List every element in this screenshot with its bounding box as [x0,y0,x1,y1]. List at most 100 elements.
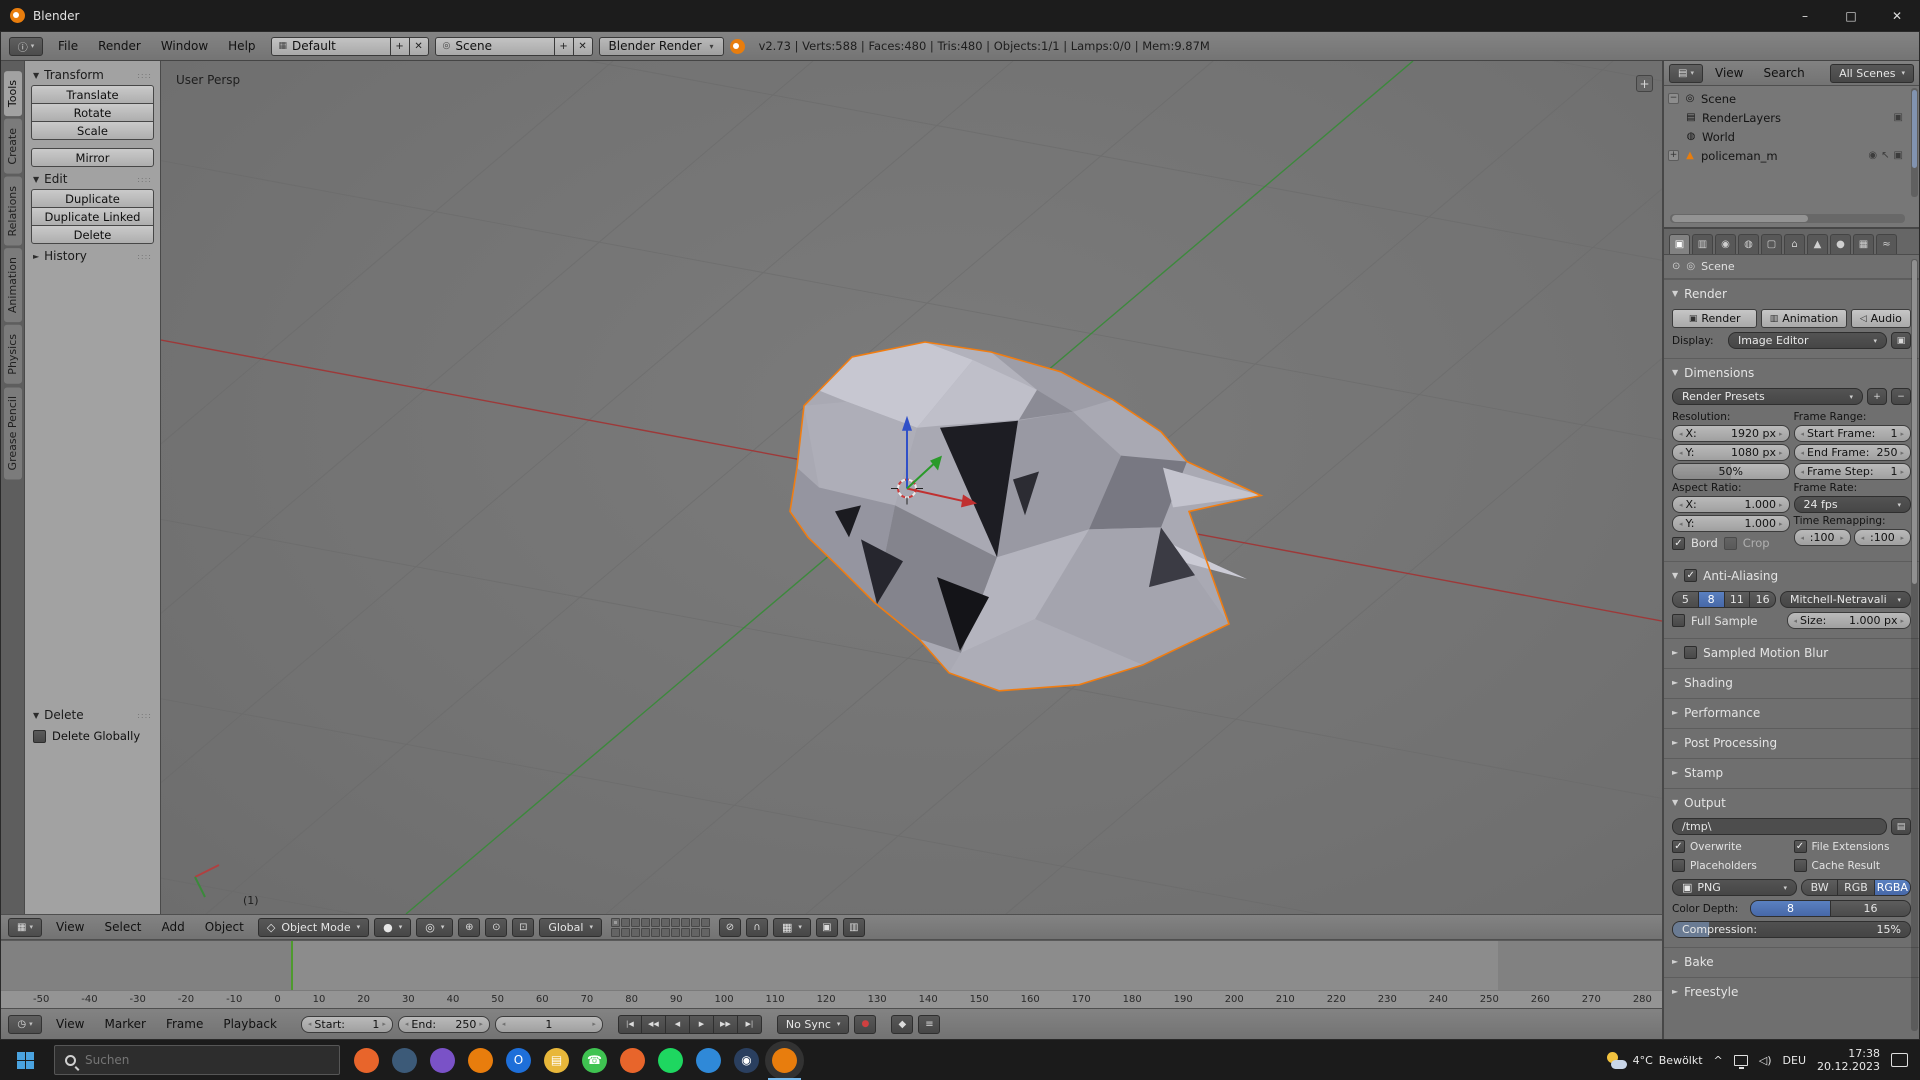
dimensions-panel-header[interactable]: ▼ Dimensions [1672,361,1911,384]
aa-size-field[interactable]: Size:1.000 px [1787,612,1912,629]
menu-item[interactable]: Select [95,917,150,937]
channel-toggle[interactable]: BW [1801,879,1838,896]
layer-cell[interactable] [621,918,630,927]
translate-button[interactable]: Translate [31,85,154,104]
layer-cell[interactable] [641,918,650,927]
output-panel-header[interactable]: ▼ Output [1672,791,1911,814]
start-frame-field[interactable]: Start Frame:1 [1794,425,1912,442]
layer-cell[interactable] [651,918,660,927]
menu-item[interactable]: Window [152,36,217,56]
duplicate-linked-button[interactable]: Duplicate Linked [31,207,154,226]
channel-toggle[interactable]: RGB [1838,879,1874,896]
props-tab-scene[interactable]: ◉ [1715,234,1736,254]
menu-item[interactable]: Help [219,36,264,56]
opengl-render-anim-button[interactable]: ▥ [843,918,865,937]
shelf-tab-animation[interactable]: Animation [4,248,22,322]
outlook-icon[interactable]: O [506,1048,531,1073]
outliner-item-world[interactable]: ◍ World [1684,127,1915,146]
address-book-icon[interactable] [392,1048,417,1073]
render-engine-dropdown[interactable]: Blender Render [599,37,724,56]
viewport-3d[interactable]: User Persp + (1) [161,61,1662,914]
placeholders-checkbox[interactable] [1672,859,1685,872]
render-presets-dropdown[interactable]: Render Presets [1672,388,1863,405]
menu-item[interactable]: Frame [157,1014,212,1034]
menu-item[interactable]: Render [89,36,150,56]
outliner-hscrollbar[interactable] [1670,214,1905,223]
aa-samples-toggle[interactable]: 8 [1699,591,1725,608]
scale-button[interactable]: Scale [31,121,154,140]
cache-result-checkbox[interactable] [1794,859,1807,872]
add-preset-button[interactable]: + [1867,388,1887,405]
close-button[interactable]: ✕ [1874,0,1920,31]
layer-cell[interactable] [661,928,670,937]
shelf-tab-create[interactable]: Create [4,119,22,174]
spotify-icon[interactable] [658,1048,683,1073]
layer-cell[interactable] [681,918,690,927]
mesh-policeman[interactable] [790,342,1261,691]
aa-filter-dropdown[interactable]: Mitchell-Netravali [1780,591,1911,608]
overwrite-checkbox[interactable] [1672,840,1685,853]
props-tab-render-layers[interactable]: ▥ [1692,234,1713,254]
shelf-tab-relations[interactable]: Relations [4,177,22,246]
freestyle-panel[interactable]: ►Freestyle [1664,977,1919,1007]
lock-icon[interactable]: ⊘ [719,918,741,937]
opengl-render-button[interactable]: ▣ [816,918,838,937]
taskbar-search[interactable] [54,1045,340,1075]
whatsapp-icon[interactable]: ☎ [582,1048,607,1073]
aspect-y-field[interactable]: Y:1.000 [1672,515,1790,532]
shelf-tab-physics[interactable]: Physics [4,325,22,384]
display-options-icon[interactable]: ▣ [1891,332,1911,349]
delete-screen-button[interactable]: ✕ [410,37,429,56]
display-dropdown[interactable]: Image Editor [1728,332,1887,349]
stamp-panel[interactable]: ►Stamp [1664,758,1919,788]
editor-type-button[interactable]: ◷ [8,1015,42,1034]
remap-old-field[interactable]: :100 [1794,529,1851,546]
file-format-dropdown[interactable]: ▣PNG [1672,879,1797,896]
post-processing-panel[interactable]: ►Post Processing [1664,728,1919,758]
clock[interactable]: 17:38 20.12.2023 [1817,1047,1880,1073]
add-scene-button[interactable]: + [555,37,574,56]
menu-item[interactable]: View [47,917,93,937]
browse-folder-icon[interactable]: ▤ [1891,818,1911,835]
maximize-button[interactable]: □ [1828,0,1874,31]
keying-set-icon[interactable]: ◆ [891,1015,913,1034]
pivot-dropdown[interactable]: ◎ [416,918,453,937]
resolution-y-field[interactable]: Y:1080 px [1672,444,1790,461]
end-frame-field[interactable]: End Frame:250 [1794,444,1912,461]
menu-item[interactable]: Add [153,917,194,937]
layer-cell[interactable] [611,918,620,927]
edit-panel-header[interactable]: ▼ Edit :::: [31,167,154,189]
remove-preset-button[interactable]: − [1891,388,1911,405]
outliner-scope-dropdown[interactable]: All Scenes [1830,64,1914,83]
aa-samples-toggle[interactable]: 5 [1672,591,1699,608]
rotate-button[interactable]: Rotate [31,103,154,122]
menu-item[interactable]: File [49,36,87,56]
record-button[interactable]: ● [854,1015,876,1034]
layer-cell[interactable] [671,928,680,937]
manipulator-scale-toggle[interactable]: ⊡ [512,918,534,937]
selectability-icon[interactable]: ↖ [1881,150,1889,161]
props-tab-physics[interactable]: ≈ [1876,234,1897,254]
playback-button[interactable]: ▶| [738,1015,762,1034]
visibility-eye-icon[interactable]: ◉ [1868,150,1877,161]
layer-cell[interactable] [691,928,700,937]
channel-toggle[interactable]: RGBA [1875,879,1911,896]
orientation-dropdown[interactable]: Global [539,918,602,937]
manipulator-translate-toggle[interactable]: ⊕ [458,918,480,937]
scene-field[interactable]: ◎ Scene [435,37,555,56]
minimize-button[interactable]: – [1782,0,1828,31]
layer-cell[interactable] [691,918,700,927]
duplicate-button[interactable]: Duplicate [31,189,154,208]
render-button[interactable]: ▣Render [1672,309,1757,328]
snap-magnet-toggle[interactable]: ∩ [746,918,768,937]
full-sample-checkbox[interactable] [1672,614,1685,627]
expand-box-icon[interactable]: + [1668,150,1679,161]
renderable-icon[interactable]: ▣ [1894,112,1903,123]
outliner-item-renderlayers[interactable]: ▤ RenderLayers ▣ [1684,108,1915,127]
browser-orange-icon[interactable] [354,1048,379,1073]
history-panel-header[interactable]: ► History :::: [31,244,154,266]
file-explorer-icon[interactable]: ▤ [544,1048,569,1073]
shelf-tab-grease-pencil[interactable]: Grease Pencil [4,387,22,479]
menu-item[interactable]: Playback [214,1014,286,1034]
aspect-x-field[interactable]: X:1.000 [1672,496,1790,513]
